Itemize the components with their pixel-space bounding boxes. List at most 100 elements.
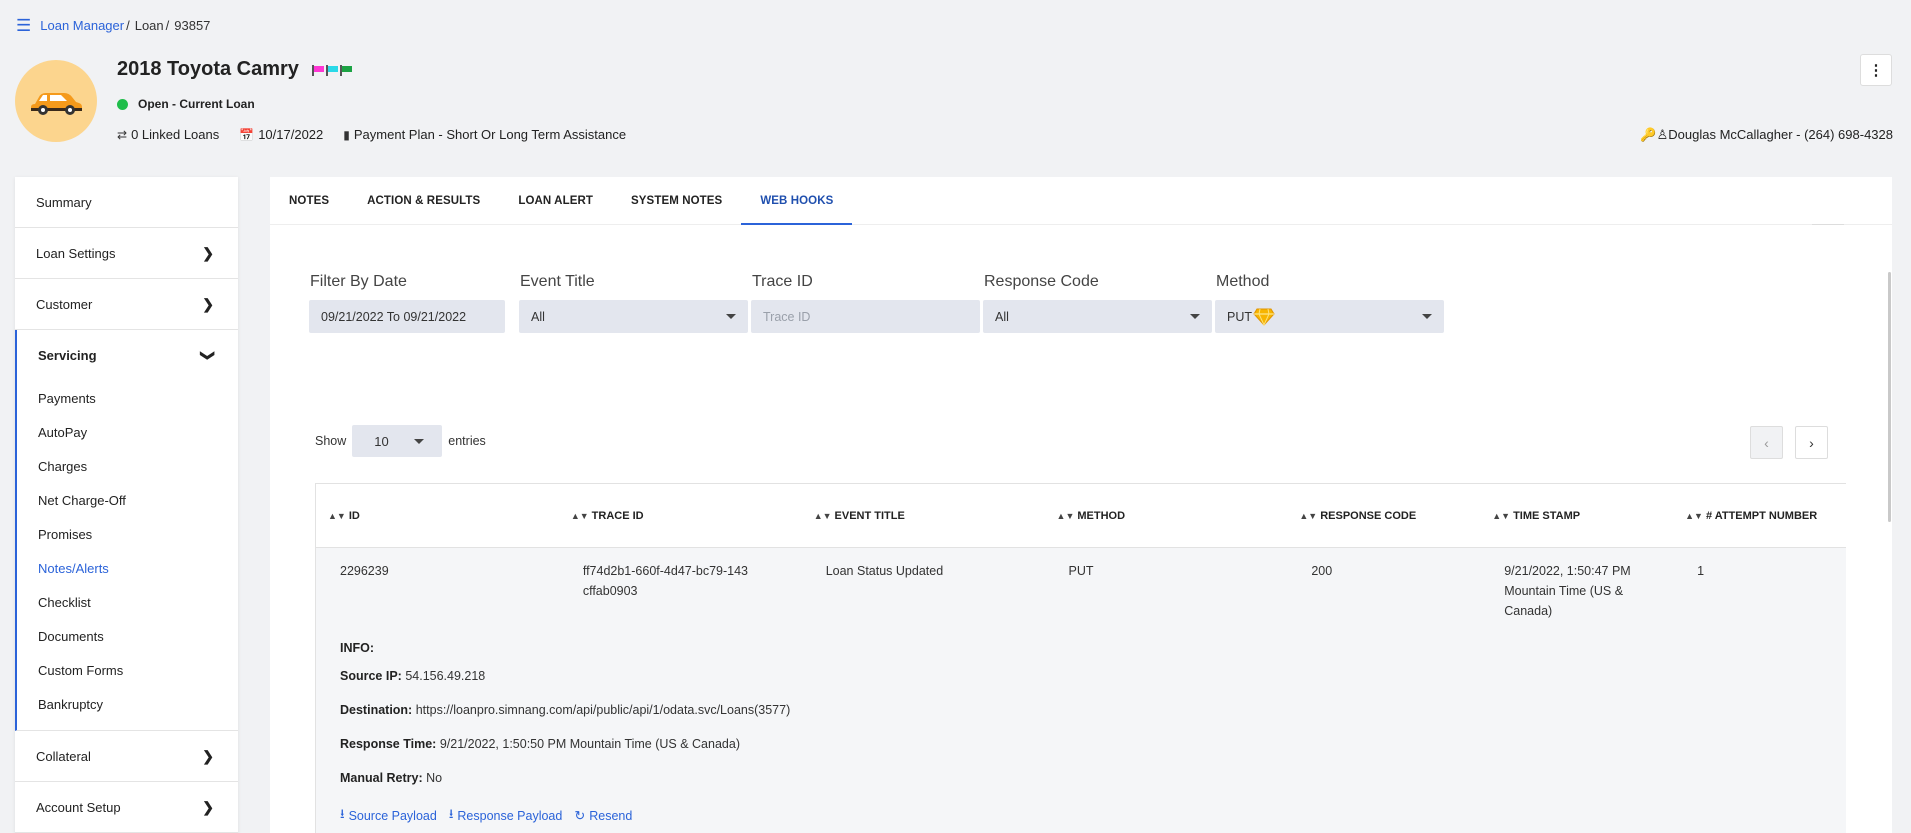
breadcrumb-loan-id: 93857	[174, 18, 211, 33]
sort-icon: ▲▼	[1299, 510, 1318, 521]
sidebar-subitem-promises[interactable]: Promises	[17, 517, 238, 551]
sidebar-item-servicing[interactable]: Servicing ❯	[17, 330, 238, 381]
hamburger-menu-icon[interactable]: ☰	[16, 17, 31, 34]
method-value: PUT	[1227, 309, 1252, 324]
column-header-id[interactable]: ▲▼ ID	[316, 510, 559, 522]
cell-time-stamp: 9/21/2022, 1:50:47 PM Mountain Time (US …	[1504, 564, 1631, 618]
sidebar-item-label: Account Setup	[36, 799, 121, 815]
tab-web-hooks[interactable]: WEB HOOKS	[741, 177, 853, 225]
resend-link[interactable]: ↻ Resend	[574, 805, 632, 827]
sidebar-subitem-notes-alerts[interactable]: Notes/Alerts	[17, 551, 238, 585]
date-range-input[interactable]: 09/21/2022 To 09/21/2022	[309, 300, 505, 333]
manual-retry-label: Manual Retry:	[340, 771, 423, 785]
column-header-label: # ATTEMPT NUMBER	[1705, 509, 1818, 522]
status-dot-icon	[117, 98, 128, 110]
vehicle-avatar	[15, 60, 97, 142]
sidebar-item-customer[interactable]: Customer ❯	[15, 279, 238, 330]
tab-notes[interactable]: NOTES	[270, 177, 348, 224]
sidebar-subitem-checklist[interactable]: Checklist	[17, 585, 238, 619]
column-header-label: RESPONSE CODE	[1320, 509, 1417, 522]
linked-loans[interactable]: ⇄ 0 Linked Loans	[117, 127, 219, 142]
loan-status: Open - Current Loan	[117, 97, 255, 111]
entries-select[interactable]: 10	[352, 425, 443, 457]
entries-label: entries	[448, 434, 486, 448]
event-title-select[interactable]: All	[519, 300, 748, 333]
entries-value: 10	[374, 433, 389, 449]
chevron-left-icon: ‹	[1764, 434, 1769, 451]
chevron-right-icon: ›	[1809, 434, 1814, 451]
sidebar-item-collateral[interactable]: Collateral ❯	[15, 731, 238, 782]
sidebar-subitem-net-charge-off[interactable]: Net Charge-Off	[17, 483, 238, 517]
sidebar-item-account-setup[interactable]: Account Setup ❯	[15, 782, 238, 833]
filter-trace-id-label: Trace ID	[752, 273, 813, 290]
method-value-wrap: PUT	[1227, 308, 1275, 326]
column-header-method[interactable]: ▲▼ METHOD	[1045, 510, 1288, 522]
column-header-time-stamp[interactable]: ▲▼ TIME STAMP	[1480, 510, 1673, 522]
column-header-label: METHOD	[1077, 509, 1126, 522]
column-header-response-code[interactable]: ▲▼ RESPONSE CODE	[1287, 510, 1480, 522]
response-time-value: 9/21/2022, 1:50:50 PM Mountain Time (US …	[439, 737, 740, 751]
sort-icon: ▲▼	[1685, 510, 1703, 521]
sidebar-subitem-bankruptcy[interactable]: Bankruptcy	[17, 687, 238, 721]
response-code-value: All	[995, 309, 1009, 324]
column-header-label: TRACE ID	[591, 509, 644, 522]
column-header-trace-id[interactable]: ▲▼ TRACE ID	[559, 510, 802, 522]
sidebar-subitem-autopay[interactable]: AutoPay	[17, 415, 238, 449]
vertical-scrollbar[interactable]	[1888, 272, 1891, 522]
filter-response-code: Response Code All	[983, 273, 1212, 333]
sidebar-subitem-custom-forms[interactable]: Custom Forms	[17, 653, 238, 687]
sidebar-subitem-documents[interactable]: Documents	[17, 619, 238, 653]
trace-id-placeholder: Trace ID	[763, 309, 811, 324]
breadcrumb-separator: /	[126, 18, 130, 33]
resend-label: Resend	[589, 809, 633, 823]
flags-group[interactable]	[312, 65, 353, 76]
sidebar-item-loan-settings[interactable]: Loan Settings ❯	[15, 228, 238, 279]
response-payload-label: Response Payload	[457, 809, 563, 823]
filter-method-label: Method	[1216, 273, 1270, 290]
source-payload-link[interactable]: ⭳ Source Payload	[340, 805, 437, 827]
sidebar-item-label: Customer	[36, 296, 93, 312]
key-icon: 🔑	[1640, 127, 1657, 142]
next-page-button[interactable]: ›	[1795, 426, 1828, 459]
caret-down-icon	[1190, 314, 1200, 319]
response-code-select[interactable]: All	[983, 300, 1212, 333]
filter-event-title: Event Title All	[519, 273, 748, 333]
cell-event-title: Loan Status Updated	[825, 564, 944, 578]
payment-plan: ▮ Payment Plan - Short Or Long Term Assi…	[343, 127, 626, 142]
method-select[interactable]: PUT	[1215, 300, 1444, 333]
info-heading-label: INFO:	[340, 641, 375, 655]
tab-action-results[interactable]: ACTION & RESULTS	[348, 177, 499, 224]
cyan-flag-icon	[326, 65, 339, 76]
webhooks-table: ▲▼ ID ▲▼ TRACE ID ▲▼ EVENT TITLE ▲▼ METHOD ▲…	[315, 483, 1846, 833]
breadcrumb-loan-manager[interactable]: Loan Manager	[40, 18, 124, 33]
filter-date-label: Filter By Date	[310, 273, 407, 290]
sidebar-subitem-payments[interactable]: Payments	[17, 381, 238, 415]
source-ip-value: 54.156.49.218	[405, 669, 486, 683]
cell-id: 2296239	[340, 564, 389, 578]
column-header-attempt-number[interactable]: ▲▼ # ATTEMPT NUMBER	[1673, 510, 1846, 522]
tab-loan-alert[interactable]: LOAN ALERT	[499, 177, 612, 224]
column-header-event-title[interactable]: ▲▼ EVENT TITLE	[802, 510, 1045, 522]
more-options-button[interactable]: ⋮	[1860, 54, 1892, 86]
sidebar-item-label: Servicing	[38, 348, 97, 363]
column-header-label: EVENT TITLE	[834, 509, 905, 522]
sidebar-item-label: Summary	[36, 194, 92, 210]
tab-system-notes[interactable]: SYSTEM NOTES	[612, 177, 741, 224]
sort-icon: ▲▼	[1492, 510, 1511, 521]
response-payload-link[interactable]: ⭳ Response Payload	[449, 805, 563, 827]
date-range-value: 09/21/2022 To 09/21/2022	[321, 309, 467, 324]
source-ip-label: Source IP:	[340, 669, 402, 683]
sidebar-subitem-charges[interactable]: Charges	[17, 449, 238, 483]
previous-page-button[interactable]: ‹	[1750, 426, 1783, 459]
pink-flag-icon	[312, 65, 325, 76]
info-manual-retry: Manual Retry: No	[340, 771, 1846, 785]
breadcrumb: ☰ Loan Manager / Loan / 93857	[16, 17, 210, 34]
table-row[interactable]: 2296239 ff74d2b1-660f-4d47-bc79-143cffab…	[316, 548, 1846, 621]
linked-loans-text: 0 Linked Loans	[131, 127, 220, 142]
show-label: Show	[315, 434, 347, 448]
sidebar-item-summary[interactable]: Summary	[15, 177, 238, 228]
filter-date: Filter By Date 09/21/2022 To 09/21/2022	[309, 273, 505, 333]
primary-contact[interactable]: 🔑♙Douglas McCallagher - (264) 698-4328	[1640, 127, 1893, 143]
sidebar-item-label: Loan Settings	[36, 245, 116, 261]
trace-id-input[interactable]: Trace ID	[751, 300, 980, 333]
